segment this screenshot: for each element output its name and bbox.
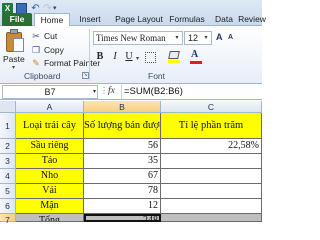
total-label-cell[interactable]: Tổng xyxy=(16,214,84,222)
formula-divider xyxy=(121,85,122,99)
font-name-value: Times New Roman xyxy=(96,33,166,43)
tab-review[interactable]: Review xyxy=(238,13,266,26)
font-size-value: 12 xyxy=(188,33,199,43)
font-color-letter: A xyxy=(191,49,199,60)
clipboard-group-label: Clipboard xyxy=(24,71,61,81)
paste-button[interactable]: Paste xyxy=(3,54,31,64)
resize-handle-icon[interactable]: ⋮ xyxy=(100,86,108,95)
fruit-cell[interactable]: Táo xyxy=(16,154,84,169)
italic-button[interactable]: I xyxy=(108,50,122,64)
insert-function-button[interactable]: fx xyxy=(108,86,115,96)
quantity-cell[interactable]: 56 xyxy=(84,139,161,154)
cut-button[interactable]: ✂ Cut xyxy=(31,31,57,42)
shrink-font-button[interactable]: A xyxy=(228,34,233,41)
percentage-cell[interactable]: 22,58% xyxy=(161,139,262,154)
copy-label: Copy xyxy=(44,45,64,55)
copy-button[interactable]: ❐ Copy xyxy=(31,45,64,56)
column-header-a[interactable]: A xyxy=(16,101,84,113)
underline-dropdown-icon[interactable]: ▾ xyxy=(136,55,139,62)
header-cell-fruit[interactable]: Loại trái cây xyxy=(16,113,84,139)
ribbon: Paste ▾ ✂ Cut ❐ Copy ✎ Format Painter Clipb… xyxy=(0,26,262,84)
paste-icon[interactable] xyxy=(5,29,25,53)
paste-dropdown-icon[interactable]: ▾ xyxy=(12,64,15,71)
fruit-cell[interactable]: Nho xyxy=(16,169,84,184)
formula-input[interactable]: =SUM(B2:B6) xyxy=(124,86,183,97)
percentage-cell[interactable] xyxy=(161,184,262,199)
name-box[interactable]: B7 ▾ xyxy=(2,85,98,99)
fruit-cell[interactable]: Vải xyxy=(16,184,84,199)
tab-insert[interactable]: Insert xyxy=(72,13,108,26)
column-header-c[interactable]: C xyxy=(161,101,262,113)
font-color-swatch xyxy=(190,61,202,64)
percentage-cell[interactable] xyxy=(161,154,262,169)
percentage-cell[interactable] xyxy=(161,199,262,214)
fill-color-button[interactable] xyxy=(168,51,180,63)
font-group-label: Font xyxy=(148,71,166,81)
chevron-down-icon[interactable]: ▾ xyxy=(172,32,182,44)
tab-data[interactable]: Data xyxy=(210,13,238,26)
total-percentage-cell[interactable] xyxy=(161,214,262,222)
select-all-button[interactable] xyxy=(0,101,16,113)
font-color-button[interactable]: A xyxy=(190,50,202,64)
row-header-2[interactable]: 2 xyxy=(0,139,16,154)
underline-button[interactable]: U xyxy=(122,50,136,64)
tab-page-layout[interactable]: Page Layout xyxy=(110,13,168,26)
tab-home[interactable]: Home xyxy=(34,13,70,27)
formula-bar: B7 ▾ ⋮ fx =SUM(B2:B6) xyxy=(0,84,262,100)
percentage-cell[interactable] xyxy=(161,169,262,184)
spreadsheet-grid[interactable]: A B C 1 2 3 4 5 6 7 Loại trái cây Số lượ… xyxy=(0,101,262,225)
quantity-cell[interactable]: 78 xyxy=(84,184,161,199)
quantity-cell[interactable]: 12 xyxy=(84,199,161,214)
quantity-cell[interactable]: 67 xyxy=(84,169,161,184)
scissors-icon: ✂ xyxy=(32,31,40,41)
row-header-1[interactable]: 1 xyxy=(0,113,16,139)
font-size-dropdown[interactable]: 12 ▾ xyxy=(184,31,212,45)
tab-file[interactable]: File xyxy=(2,13,32,26)
cut-label: Cut xyxy=(44,31,58,41)
fruit-cell[interactable]: Sầu riêng xyxy=(16,139,84,154)
quantity-cell[interactable]: 35 xyxy=(84,154,161,169)
fruit-cell[interactable]: Mận xyxy=(16,199,84,214)
format-painter-label: Format Painter xyxy=(44,58,101,68)
row-header-5[interactable]: 5 xyxy=(0,184,16,199)
fill-color-swatch xyxy=(168,60,180,63)
column-header-b[interactable]: B xyxy=(84,101,161,113)
bold-button[interactable]: B xyxy=(93,50,107,64)
row-header-4[interactable]: 4 xyxy=(0,169,16,184)
paint-bucket-icon xyxy=(168,51,180,59)
title-bar: X ↶ ↷ ▾ File Home Insert Page Layout For… xyxy=(0,0,266,27)
copy-icon: ❐ xyxy=(31,45,41,55)
font-name-dropdown[interactable]: Times New Roman ▾ xyxy=(93,31,183,45)
total-quantity-cell[interactable]: 248 xyxy=(84,214,161,222)
paintbrush-icon: ✎ xyxy=(32,58,40,68)
name-box-value: B7 xyxy=(44,87,56,97)
chevron-down-icon[interactable]: ▾ xyxy=(93,86,96,98)
borders-icon[interactable] xyxy=(145,52,156,63)
row-header-7[interactable]: 7 xyxy=(0,214,16,225)
row-header-3[interactable]: 3 xyxy=(0,154,16,169)
tab-formulas[interactable]: Formulas xyxy=(166,13,208,26)
group-divider xyxy=(89,29,90,81)
header-cell-percentage[interactable]: Tỉ lệ phần trăm xyxy=(161,113,262,139)
header-cell-quantity[interactable]: Số lượng bán được xyxy=(84,113,161,139)
grow-font-button[interactable]: A xyxy=(216,32,223,42)
clipboard-launcher-icon[interactable]: ↘ xyxy=(82,72,89,79)
row-header-6[interactable]: 6 xyxy=(0,199,16,214)
chevron-down-icon[interactable]: ▾ xyxy=(201,32,211,44)
